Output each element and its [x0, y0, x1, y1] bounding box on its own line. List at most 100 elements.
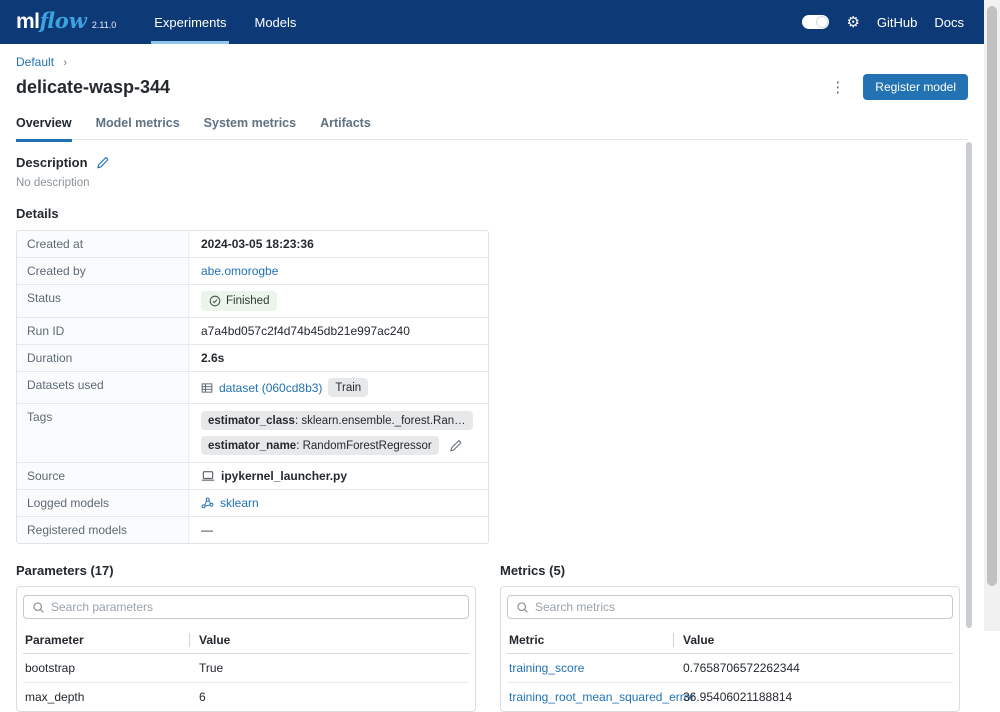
no-description-text: No description [16, 177, 968, 189]
navbar-links: Experiments Models [140, 0, 310, 44]
page-scrollbar[interactable] [984, 0, 1000, 631]
run-tabs: Overview Model metrics System metrics Ar… [16, 112, 968, 140]
logged-model-link[interactable]: sklearn [220, 496, 259, 510]
detail-label: Created at [17, 231, 189, 257]
metrics-table-header: Metric Value [507, 627, 953, 654]
search-parameters-input[interactable] [51, 600, 460, 614]
detail-row-registered-models: Registered models — [17, 517, 488, 543]
register-model-button[interactable]: Register model [863, 74, 968, 100]
detail-row-tags: Tags estimator_class: sklearn.ensemble._… [17, 404, 488, 463]
source-file-name: ipykernel_launcher.py [221, 469, 347, 483]
breadcrumb-experiment-link[interactable]: Default [16, 55, 54, 69]
detail-label: Status [17, 285, 189, 317]
metrics-section: Metrics (5) Metric Value training_score [500, 563, 960, 712]
breadcrumb-separator: › [63, 57, 67, 69]
metrics-panel: Metric Value training_score 0.7658706572… [500, 586, 960, 712]
registered-models-value: — [189, 517, 488, 543]
metrics-search [507, 595, 953, 619]
parameters-table-header: Parameter Value [23, 627, 469, 654]
mlflow-app: mlflow 2.11.0 Experiments Models ⚙ GitHu… [0, 0, 984, 712]
column-header-value: Value [189, 633, 467, 647]
tab-overview[interactable]: Overview [16, 112, 72, 139]
metrics-heading: Metrics (5) [500, 563, 960, 578]
detail-label: Datasets used [17, 372, 189, 403]
model-icon [201, 497, 214, 510]
metric-value: 36.95406021188814 [673, 690, 951, 704]
parameter-value: True [189, 661, 467, 675]
detail-row-datasets: Datasets used dataset (060cd8b3) Train [17, 372, 488, 404]
mlflow-logo[interactable]: mlflow 2.11.0 [16, 10, 116, 44]
dataset-table-icon [201, 382, 213, 394]
detail-label: Created by [17, 258, 189, 284]
search-icon [516, 601, 529, 614]
detail-row-created-by: Created by abe.omorogbe [17, 258, 488, 285]
details-table: Created at 2024-03-05 18:23:36 Created b… [16, 230, 489, 544]
edit-tags-pencil-icon[interactable] [449, 439, 462, 452]
docs-link[interactable]: Docs [934, 15, 964, 30]
tag-key: estimator_name [208, 440, 296, 452]
content-scrollbar-thumb[interactable] [966, 142, 972, 628]
metric-link[interactable]: training_score [509, 661, 584, 675]
description-heading: Description [16, 155, 88, 170]
theme-toggle[interactable] [802, 15, 829, 29]
breadcrumb: Default › [16, 55, 968, 69]
detail-label: Source [17, 463, 189, 489]
duration-value: 2.6s [189, 345, 488, 371]
detail-row-duration: Duration 2.6s [17, 345, 488, 372]
table-row: bootstrap True [23, 654, 469, 683]
dataset-context-tag: Train [328, 378, 368, 397]
search-metrics-input[interactable] [535, 600, 944, 614]
tag-value: : sklearn.ensemble._forest.Ran… [295, 415, 466, 427]
nav-link-experiments[interactable]: Experiments [140, 0, 240, 44]
gear-icon[interactable]: ⚙ [846, 15, 859, 30]
tag-estimator-name: estimator_name: RandomForestRegressor [201, 436, 439, 455]
check-circle-icon [209, 295, 221, 307]
detail-row-status: Status Finished [17, 285, 488, 318]
status-badge: Finished [201, 291, 277, 311]
overflow-menu-icon[interactable]: ⋮ [826, 78, 849, 96]
page-scrollbar-thumb[interactable] [987, 6, 997, 586]
detail-row-source: Source ipykernel_launcher.py [17, 463, 488, 490]
edit-description-pencil-icon[interactable] [96, 156, 109, 169]
notebook-source-icon [201, 470, 215, 482]
tab-model-metrics[interactable]: Model metrics [96, 112, 180, 139]
table-row: training_score 0.7658706572262344 [507, 654, 953, 683]
created-by-user-link[interactable]: abe.omorogbe [201, 264, 278, 278]
detail-row-logged-models: Logged models sklearn [17, 490, 488, 517]
run-header: delicate-wasp-344 ⋮ Register model [16, 74, 968, 100]
column-header-value: Value [673, 633, 951, 647]
parameter-name: bootstrap [25, 661, 189, 675]
parameter-name: max_depth [25, 690, 189, 704]
parameters-heading: Parameters (17) [16, 563, 476, 578]
logo-ml-text: ml [16, 11, 40, 33]
parameters-panel: Parameter Value bootstrap True max_depth… [16, 586, 476, 712]
parameters-section: Parameters (17) Parameter Value bootstra… [16, 563, 476, 712]
detail-label: Logged models [17, 490, 189, 516]
details-heading: Details [16, 206, 968, 221]
detail-label: Run ID [17, 318, 189, 344]
tag-key: estimator_class [208, 415, 295, 427]
tab-system-metrics[interactable]: System metrics [204, 112, 296, 139]
parameters-search [23, 595, 469, 619]
version-label: 2.11.0 [92, 20, 116, 30]
dataset-link[interactable]: dataset (060cd8b3) [219, 381, 322, 395]
github-link[interactable]: GitHub [877, 15, 917, 30]
run-id-value: a7a4bd057c2f4d74b45db21e997ac240 [189, 318, 488, 344]
page-title: delicate-wasp-344 [16, 77, 170, 98]
table-row: max_depth 6 [23, 683, 469, 711]
status-text: Finished [226, 294, 269, 308]
metric-link[interactable]: training_root_mean_squared_error [509, 690, 694, 704]
parameters-table: Parameter Value bootstrap True max_depth… [23, 627, 469, 711]
tab-artifacts[interactable]: Artifacts [320, 112, 371, 139]
tag-estimator-class: estimator_class: sklearn.ensemble._fores… [201, 411, 473, 430]
detail-row-created-at: Created at 2024-03-05 18:23:36 [17, 231, 488, 258]
nav-link-models[interactable]: Models [240, 0, 310, 44]
detail-value: 2024-03-05 18:23:36 [189, 231, 488, 257]
logo-flow-text: flow [40, 10, 87, 32]
column-header-parameter: Parameter [25, 633, 189, 647]
description-section: Description [16, 155, 968, 170]
navbar-right: ⚙ GitHub Docs [802, 0, 984, 44]
detail-label: Tags [17, 404, 189, 462]
tag-value: : RandomForestRegressor [296, 440, 432, 452]
detail-label: Registered models [17, 517, 189, 543]
